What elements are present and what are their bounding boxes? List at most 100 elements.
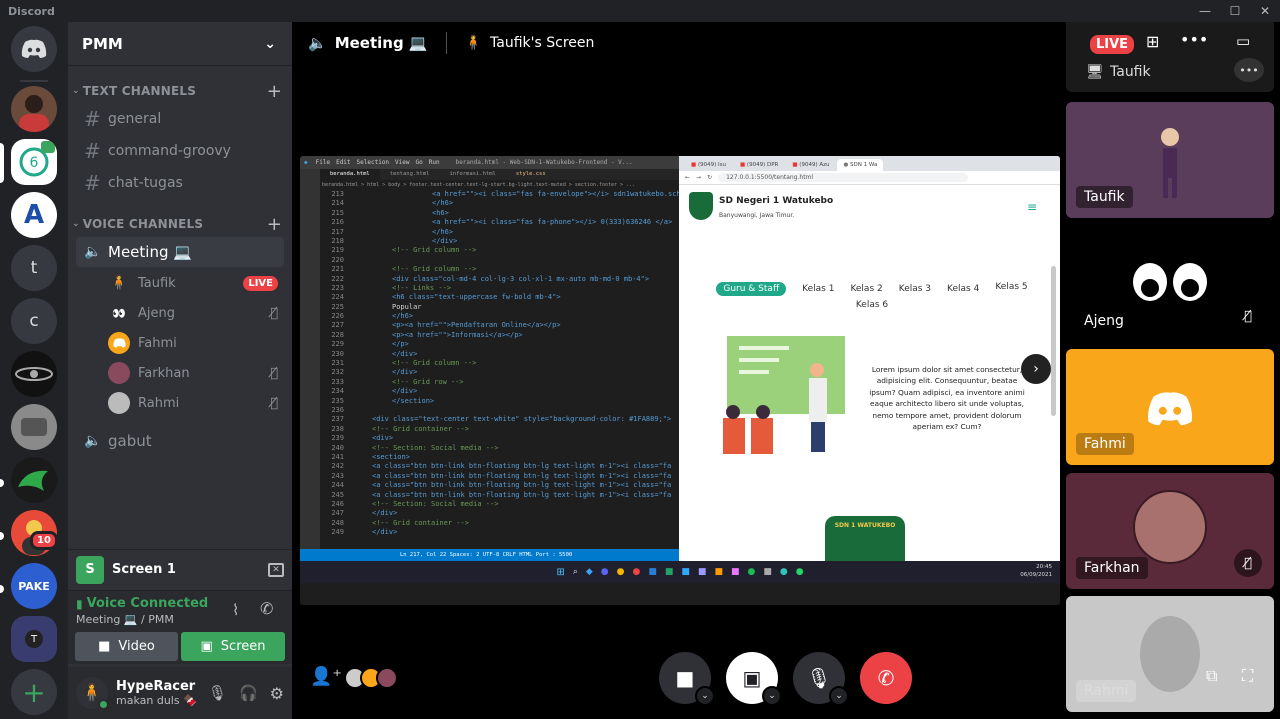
address-bar[interactable]: 127.0.0.1:5500/tentang.html: [718, 173, 969, 182]
voice-status[interactable]: Voice Connected: [87, 596, 209, 611]
headphones-icon[interactable]: 🎧: [239, 684, 258, 702]
tile-rahmi[interactable]: Rahmi ⧉ ⛶: [1066, 596, 1274, 712]
avatar: 🧍: [110, 275, 128, 291]
app-taskbar-icon: ■: [697, 567, 707, 577]
channel-command-groovy[interactable]: # command-groovy: [76, 136, 284, 166]
code-line: 233 <!-- Grid row -->: [331, 377, 464, 386]
channel-general[interactable]: # general: [76, 104, 284, 134]
pill-kelas-1[interactable]: Kelas 1: [802, 282, 834, 296]
mic-icon[interactable]: 🎙: [208, 684, 227, 702]
taskbar-date: 06/09/2021: [1020, 572, 1052, 578]
add-channel-icon[interactable]: +: [267, 81, 282, 102]
voice-channel-gabut[interactable]: 🔈 gabut: [76, 426, 284, 456]
code-line: 219 <!-- Grid column -->: [331, 246, 477, 255]
windows-start-icon: ⊞: [556, 566, 565, 578]
avatar: [108, 332, 130, 354]
voice-channel-meeting[interactable]: 🔈 Meeting 💻: [76, 237, 284, 267]
disconnect-button[interactable]: ✆: [860, 652, 912, 704]
fullscreen-icon[interactable]: ⛶: [1242, 666, 1253, 686]
server-selected[interactable]: 6: [11, 139, 57, 185]
video-button[interactable]: ■ Video: [75, 632, 178, 661]
back-icon: ←: [685, 174, 691, 181]
screen-share-stream[interactable]: ◆ File Edit Selection View Go Run beranda.htm…: [300, 156, 1060, 605]
server-pake[interactable]: PAKE: [11, 563, 57, 609]
server-t[interactable]: t: [11, 245, 57, 291]
tab-style[interactable]: style.css: [506, 169, 556, 180]
tile-taufik-stream[interactable]: LIVE ⊞ ••• ▭ 🖥 Taufik •••: [1066, 22, 1274, 92]
server-avatar-4[interactable]: [11, 457, 57, 503]
more-icon[interactable]: •••: [1234, 58, 1264, 82]
mic-button[interactable]: 🎙 ⌄: [793, 652, 849, 706]
voice-channels-category[interactable]: ⌄ VOICE CHANNELS +: [72, 214, 282, 235]
spotify-taskbar-icon: ●: [747, 567, 756, 577]
text-channels-category[interactable]: ⌄ TEXT CHANNELS +: [72, 81, 282, 102]
vscode-title: beranda.html - Web-SDN-1-Watukebo-Fronte…: [455, 159, 633, 166]
screen-share-icon: S: [76, 555, 104, 584]
code-line: 213 <a href=""><i class="fas fa-envelope"…: [331, 190, 679, 198]
screen-button[interactable]: ▣ Screen: [181, 632, 285, 661]
server-folder[interactable]: T: [11, 616, 57, 662]
avatar: 👀: [112, 306, 126, 320]
avatar[interactable]: 🧍: [76, 677, 109, 710]
app-taskbar-icon: ■: [763, 567, 772, 577]
hash-icon: #: [84, 171, 101, 195]
code-editor[interactable]: 213 <a href=""><i class="fas fa-envelope"…: [322, 190, 679, 550]
more-icon[interactable]: •••: [1180, 30, 1208, 49]
pill-kelas-4[interactable]: Kelas 4: [947, 282, 979, 296]
tab-beranda[interactable]: beranda.html: [320, 169, 380, 180]
tile-taufik[interactable]: Taufik: [1066, 102, 1274, 218]
maximize-icon[interactable]: ☐: [1220, 0, 1250, 22]
vscode-logo-icon: ◆: [304, 159, 308, 166]
pill-kelas-2[interactable]: Kelas 2: [850, 282, 882, 296]
server-avatar-2[interactable]: [11, 351, 57, 397]
voice-user-taufik[interactable]: 🧍 Taufik LIVE: [108, 269, 284, 297]
grid-icon[interactable]: ⊞: [1146, 32, 1159, 51]
noise-suppression-icon[interactable]: ⌇: [232, 601, 239, 619]
stop-stream-icon[interactable]: ✕: [268, 562, 284, 577]
stream-title: Taufik's Screen: [490, 35, 595, 51]
pill-guru[interactable]: Guru & Staff: [716, 282, 787, 296]
popout-icon[interactable]: ▭: [1236, 32, 1250, 50]
voice-user-rahmi[interactable]: Rahmi 🎙̸: [108, 389, 284, 417]
next-arrow-button[interactable]: ›: [1021, 354, 1051, 384]
share-screen-button[interactable]: ▣ ⌄: [726, 652, 782, 706]
tile-ajeng[interactable]: Ajeng 🎙̸: [1066, 226, 1274, 342]
gear-icon[interactable]: ⚙: [270, 684, 284, 703]
channel-chat-tugas[interactable]: # chat-tugas: [76, 168, 284, 198]
scrollbar[interactable]: [1051, 266, 1056, 416]
tile-farkhan[interactable]: Farkhan 🎙̸: [1066, 473, 1274, 589]
voice-user-farkhan[interactable]: Farkhan 🎙̸: [108, 359, 284, 387]
add-channel-icon[interactable]: +: [267, 214, 282, 235]
voice-user-fahmi[interactable]: Fahmi: [108, 329, 284, 357]
invite-user-icon[interactable]: 👤⁺: [310, 666, 342, 687]
camera-button[interactable]: ■ ⌄: [659, 652, 715, 706]
code-line: 218 </div>: [331, 236, 458, 245]
breadcrumb: beranda.html > html > body > footer.text…: [322, 182, 636, 188]
voice-user-ajeng[interactable]: 👀 Ajeng 🎙̸: [108, 299, 284, 327]
voice-location[interactable]: Meeting 💻 / PMM: [76, 613, 174, 626]
popout-icon[interactable]: ⧉: [1206, 666, 1217, 686]
status-bar: Ln 217, Col 22 Spaces: 2 UTF-8 CRLF HTML…: [300, 549, 679, 561]
tab-tentang[interactable]: tentang.html: [380, 169, 440, 180]
pill-kelas-3[interactable]: Kelas 3: [899, 282, 931, 296]
minimize-icon[interactable]: —: [1190, 0, 1220, 22]
close-icon[interactable]: ✕: [1250, 0, 1280, 22]
tab-informasi[interactable]: informasi.html: [440, 169, 506, 180]
disconnect-icon[interactable]: ✆: [260, 599, 273, 618]
pill-kelas-5[interactable]: Kelas 5: [995, 282, 1027, 296]
tile-fahmi[interactable]: Fahmi: [1066, 349, 1274, 465]
server-avatar-1[interactable]: [11, 86, 57, 132]
add-server-button[interactable]: +: [11, 669, 57, 715]
home-button[interactable]: [11, 26, 57, 72]
hang-up-icon: ✆: [877, 666, 895, 690]
app-taskbar-icon: ■: [714, 567, 723, 577]
server-c[interactable]: c: [11, 298, 57, 344]
server-avatar-3[interactable]: [11, 404, 57, 450]
screen-icon: 🖥: [1086, 64, 1104, 80]
server-header[interactable]: PMM ⌄: [68, 22, 292, 66]
pill-kelas-6[interactable]: Kelas 6: [856, 300, 888, 310]
server-a[interactable]: A: [11, 192, 57, 238]
chrome-taskbar-icon: ●: [616, 567, 625, 577]
code-line: 238 <!-- Grid container -->: [331, 424, 469, 433]
mic-muted-icon: 🎙̸: [1234, 549, 1262, 577]
